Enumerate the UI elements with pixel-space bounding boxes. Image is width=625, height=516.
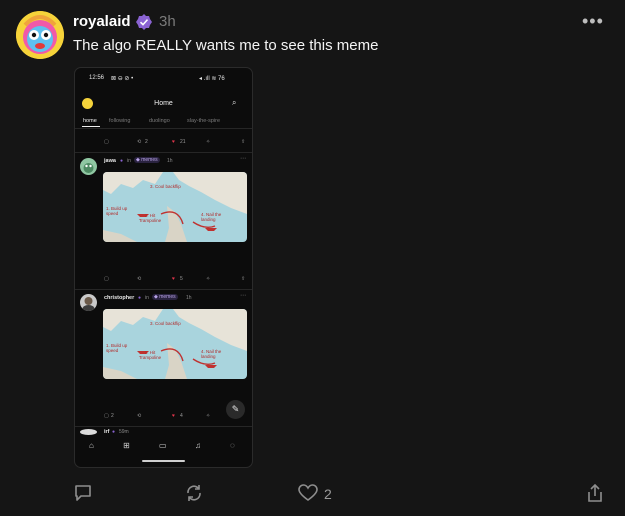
tab-home: home <box>83 118 97 124</box>
post-user: irf <box>104 429 110 435</box>
phone-heart-icon: ♥ <box>172 276 175 282</box>
phone-recast-count: 2 <box>145 139 148 145</box>
irf-avatar <box>80 429 97 435</box>
phone-sparkle-icon: ✧ <box>206 276 211 282</box>
channel-name: memes <box>141 157 158 163</box>
verified-icon: ● <box>120 158 124 164</box>
phone-heart-icon: ♥ <box>172 139 175 145</box>
tab-underline <box>82 126 100 127</box>
home-indicator <box>142 460 185 462</box>
phone-comment-icon: ▢ <box>104 413 109 419</box>
divider <box>75 128 252 129</box>
meme-map-image: 3. Cool backflip 1. Build up speed 2. Hi… <box>103 172 247 242</box>
post-more-icon: ⋯ <box>240 293 246 299</box>
post-time: 3h <box>159 13 176 30</box>
recast-icon[interactable] <box>185 484 203 507</box>
post-user: jawa <box>104 158 116 164</box>
post-time: 1h <box>186 295 192 301</box>
map-label-1: 1. Build up speed <box>106 343 128 353</box>
divider <box>75 426 252 427</box>
phone-comment-icon: ▢ <box>104 276 109 282</box>
tab-duolingo: duolingo <box>149 118 170 124</box>
post-in: in <box>145 295 149 301</box>
phone-recast-icon: ⟲ <box>137 139 142 145</box>
phone-share-icon: ⇪ <box>241 139 246 145</box>
share-icon[interactable] <box>587 483 603 507</box>
verified-icon: ● <box>138 295 142 301</box>
divider <box>75 152 252 153</box>
embedded-screenshot[interactable]: 12:56 ⊠ ⊖ ⊘ • ◂ .ıll ≋ 76 Home ⌕ home fo… <box>74 67 253 468</box>
nav-chat-icon: ◌ <box>230 441 235 450</box>
phone-sparkle-icon: ✧ <box>206 413 211 419</box>
post-in: in <box>127 158 131 164</box>
status-icons-left: ⊠ ⊖ ⊘ • <box>111 76 134 82</box>
comment-icon[interactable] <box>74 484 92 507</box>
nav-inbox-icon: ▭ <box>159 441 167 450</box>
jawa-avatar <box>80 158 97 175</box>
phone-comment-icon: ▢ <box>104 139 109 145</box>
post-more-icon: ⋯ <box>240 156 246 162</box>
phone-recast-icon: ⟲ <box>137 413 142 419</box>
phone-heart-icon: ♥ <box>172 413 175 419</box>
status-time: 12:56 <box>89 75 105 81</box>
map-label-3: 3. Cool backflip <box>150 321 181 326</box>
phone-sparkle-icon: ✧ <box>206 139 211 145</box>
phone-like-count: 4 <box>180 413 183 419</box>
nav-grid-icon: ⊞ <box>123 441 130 450</box>
nav-bell-icon: ♫ <box>195 441 201 450</box>
search-icon: ⌕ <box>232 98 237 107</box>
post-text: The algo REALLY wants me to see this mem… <box>73 37 379 54</box>
meme-map-image: 3. Cool backflip 1. Build up speed 2. Hi… <box>103 309 247 379</box>
phone-reply-count: 2 <box>111 413 114 419</box>
map-label-2: 2. Hit Trampoline <box>138 213 162 223</box>
verified-icon <box>135 13 153 31</box>
like-count: 2 <box>324 486 332 502</box>
divider <box>75 289 252 290</box>
status-icons-right: ◂ .ıll ≋ 76 <box>199 76 225 82</box>
author-avatar[interactable] <box>16 11 64 59</box>
author-name[interactable]: royalaid <box>73 13 131 30</box>
channel-name: memes <box>159 294 176 300</box>
compose-fab-icon: ✎ <box>226 400 245 419</box>
christopher-avatar <box>80 294 97 311</box>
map-label-3: 3. Cool backflip <box>150 184 181 189</box>
tab-slay-the-spire: slay-the-spire <box>187 118 221 124</box>
more-icon[interactable]: ••• <box>582 11 604 32</box>
tab-following: following <box>109 118 131 124</box>
phone-title: Home <box>154 100 173 107</box>
phone-share-icon: ⇪ <box>241 276 246 282</box>
verified-icon: ● <box>112 429 116 435</box>
channel-badge: ◆ memes <box>134 157 160 163</box>
phone-recast-icon: ⟲ <box>137 276 142 282</box>
nav-home-icon: ⌂ <box>89 441 94 450</box>
post-time: 1h <box>167 158 173 164</box>
post-time: 59m <box>119 429 129 435</box>
phone-like-count: 21 <box>180 139 186 145</box>
heart-icon[interactable] <box>298 484 318 507</box>
map-label-4: 4. Nail the landing <box>201 349 222 359</box>
phone-like-count: 5 <box>180 276 183 282</box>
channel-badge: ◆ memes <box>152 294 178 300</box>
map-label-4: 4. Nail the landing <box>201 212 222 222</box>
post-user: christopher <box>104 295 135 301</box>
map-label-1: 1. Build up speed <box>106 206 128 216</box>
map-label-2: 2. Hit Trampoline <box>138 350 162 360</box>
